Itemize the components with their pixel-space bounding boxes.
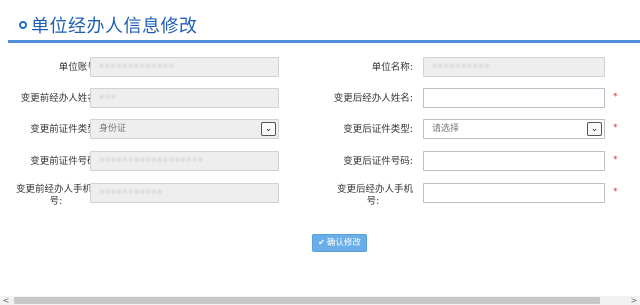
unit-name-field: •••••••••• <box>423 57 605 77</box>
new-id-number-label: 变更后证件号码: <box>343 156 413 167</box>
required-mark: * <box>613 92 618 102</box>
new-agent-phone-input[interactable] <box>423 183 605 203</box>
chevron-down-icon: ⌄ <box>261 122 276 136</box>
old-agent-phone-label: 变更前经办人手机 号: <box>15 184 92 207</box>
new-agent-name-label: 变更后经办人姓名: <box>333 93 413 104</box>
header-divider <box>8 40 640 43</box>
unit-account-field: ••••••••••••• <box>90 57 279 77</box>
required-mark: * <box>613 123 618 133</box>
new-id-number-input[interactable] <box>423 151 605 171</box>
horizontal-scrollbar[interactable]: < > <box>0 296 640 305</box>
scroll-left-icon[interactable]: < <box>0 296 12 305</box>
scrollbar-thumb[interactable] <box>14 297 600 304</box>
form-row-id-type: 变更前证件类型: 身份证 ⌄ 变更后证件类型: 请选择 ⌄ * <box>0 118 640 142</box>
new-id-type-select[interactable]: 请选择 ⌄ <box>423 119 605 139</box>
form-row-account: 单位账号: ••••••••••••• 单位名称: •••••••••• <box>0 56 640 80</box>
form-row-name: 变更前经办人姓名: ••• 变更后经办人姓名: * <box>0 87 640 111</box>
old-agent-name-field: ••• <box>90 88 279 108</box>
page-title: 单位经办人信息修改 <box>31 16 198 37</box>
page-header: 单位经办人信息修改 <box>0 0 640 44</box>
page: 单位经办人信息修改 单位账号: ••••••••••••• 单位名称: ••••… <box>0 0 640 305</box>
confirm-modify-button[interactable]: ✔ 确认修改 <box>312 234 367 252</box>
required-mark: * <box>613 155 618 165</box>
unit-name-label: 单位名称: <box>371 62 413 73</box>
old-id-number-label: 变更前证件号码: <box>30 156 100 167</box>
chevron-down-icon[interactable]: ⌄ <box>587 122 602 136</box>
form-row-phone: 变更前经办人手机 号: ••••••••••• 变更后经办人手机 号: * <box>0 181 640 211</box>
new-agent-phone-label: 变更后经办人手机 号: <box>336 184 413 207</box>
old-id-type-select: 身份证 ⌄ <box>90 119 279 139</box>
old-agent-phone-field: ••••••••••• <box>90 183 279 203</box>
unit-account-label: 单位账号: <box>58 62 100 73</box>
old-id-type-label: 变更前证件类型: <box>30 124 100 135</box>
check-icon: ✔ <box>318 238 325 247</box>
old-agent-name-label: 变更前经办人姓名: <box>20 93 100 104</box>
new-id-type-label: 变更后证件类型: <box>343 124 413 135</box>
old-id-number-field: •••••••••••••••••• <box>90 151 279 171</box>
scroll-right-icon[interactable]: > <box>628 296 640 305</box>
new-agent-name-input[interactable] <box>423 88 605 108</box>
form-row-id-number: 变更前证件号码: •••••••••••••••••• 变更后证件号码: * <box>0 150 640 174</box>
required-mark: * <box>613 187 618 197</box>
title-bullet-icon <box>19 21 27 29</box>
